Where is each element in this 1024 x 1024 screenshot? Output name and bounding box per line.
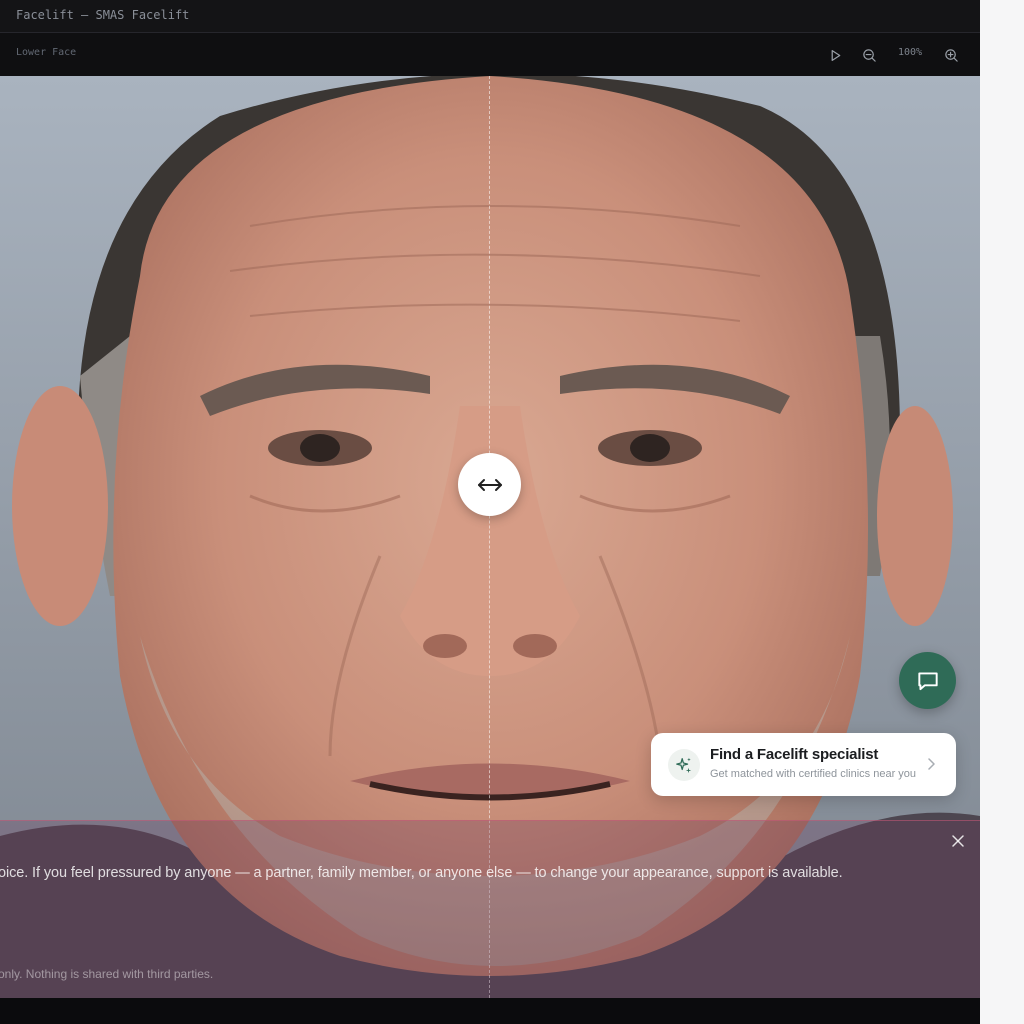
play-icon	[831, 49, 840, 61]
specialist-card-title: Find a Facelift specialist	[710, 746, 879, 763]
window-title: Facelift — SMAS Facelift	[16, 8, 190, 22]
sparkle-icon	[676, 757, 692, 774]
specialist-card-subtitle: Get matched with certified clinics near …	[710, 768, 917, 780]
find-specialist-card[interactable]: Find a Facelift specialist Get matched w…	[651, 733, 956, 796]
support-notice-banner: oice. If you feel pressured by anyone — …	[0, 820, 980, 998]
viewer-toolbar: Lower Face 100%	[0, 33, 980, 77]
zoom-level-readout: 100%	[897, 47, 923, 58]
chat-button[interactable]	[899, 652, 956, 709]
compare-slider-handle[interactable]	[458, 453, 521, 516]
left-right-arrow-icon	[477, 478, 502, 491]
section-label: Lower Face	[16, 47, 77, 58]
zoom-in-button[interactable]	[939, 43, 963, 67]
sparkle-icon-wrap	[668, 749, 700, 781]
chat-bubble-icon	[917, 671, 938, 690]
before-after-viewer[interactable]: Find a Facelift specialist Get matched w…	[0, 76, 980, 998]
title-bar: Facelift — SMAS Facelift	[0, 0, 980, 33]
zoom-out-button[interactable]	[857, 43, 881, 67]
support-notice-text: oice. If you feel pressured by anyone — …	[0, 865, 843, 881]
zoom-out-icon	[862, 48, 876, 62]
close-icon[interactable]	[950, 833, 966, 849]
zoom-in-icon	[944, 48, 958, 62]
play-button[interactable]	[823, 43, 847, 67]
privacy-footnote: only. Nothing is shared with third parti…	[0, 967, 214, 981]
app-window: Facelift — SMAS Facelift Lower Face 100%	[0, 0, 980, 1024]
bottom-bar	[0, 998, 980, 1024]
chevron-right-icon	[928, 758, 935, 770]
